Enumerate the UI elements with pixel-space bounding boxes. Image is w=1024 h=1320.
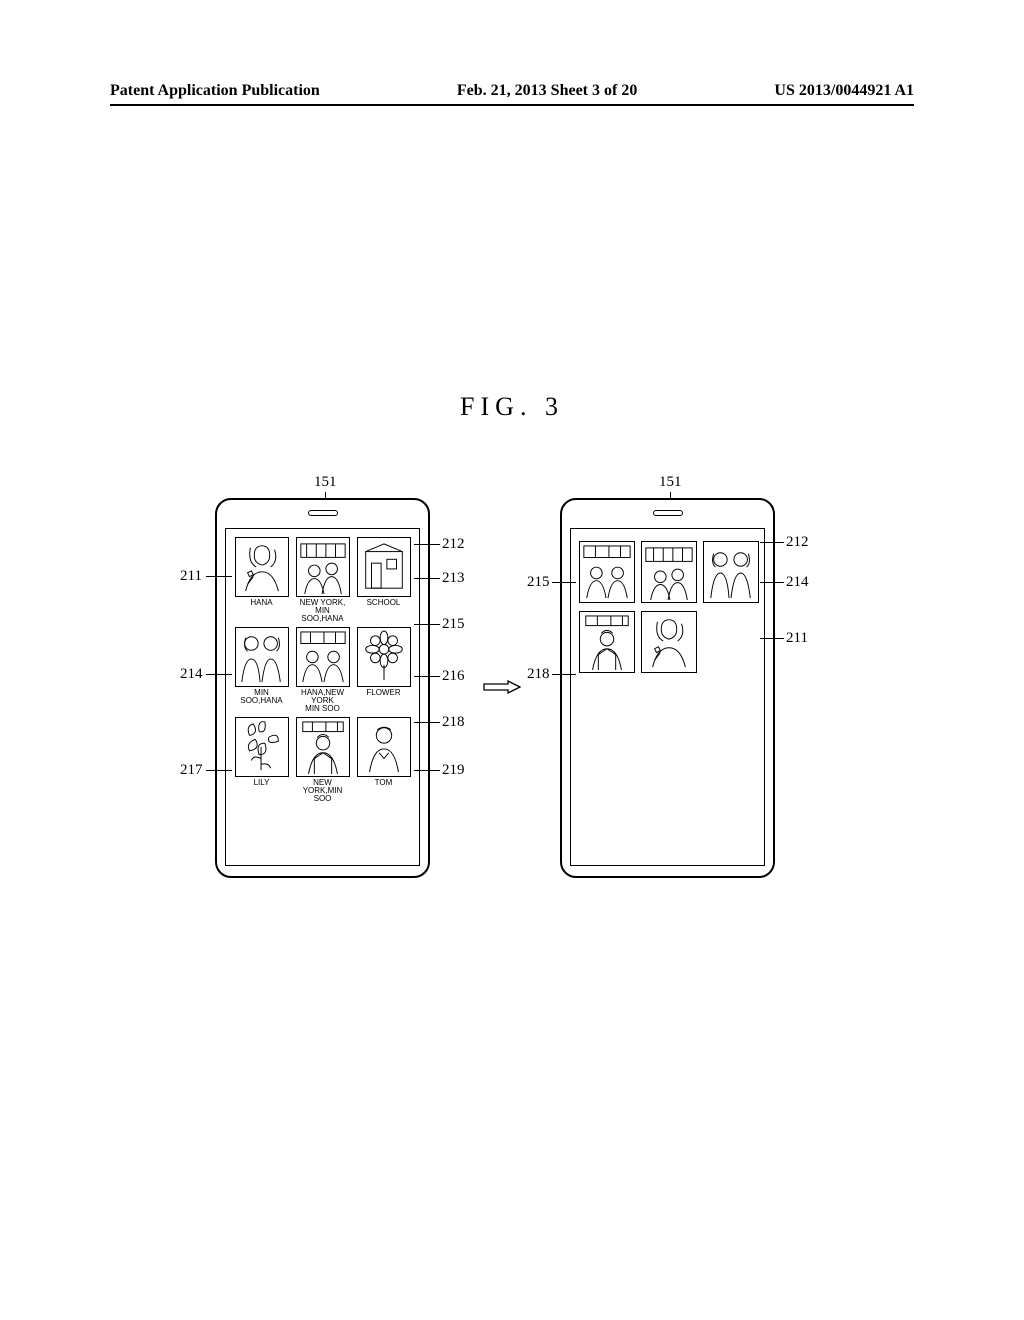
lead (414, 770, 440, 771)
cell-217: LILY (234, 717, 289, 803)
caption-218: NEW YORK,MIN SOO (295, 779, 350, 803)
ref-215a: 215 (442, 616, 465, 633)
figure-title: FIG. 3 (0, 392, 1024, 422)
lead (760, 582, 784, 583)
thumb-r-211 (641, 611, 697, 673)
ref-215b: 215 (527, 574, 550, 591)
ref-212b: 212 (786, 534, 809, 551)
thumb-r-215 (579, 541, 635, 603)
thumb-215 (296, 627, 350, 687)
thumbnail-grid-left: HANA NEW YORK, MIN SOO,HANA (234, 537, 411, 803)
lead (414, 544, 440, 545)
page-header: Patent Application Publication Feb. 21, … (0, 82, 1024, 100)
thumb-214 (235, 627, 289, 687)
header-right: US 2013/0044921 A1 (774, 82, 914, 100)
cell-212: NEW YORK, MIN SOO,HANA (295, 537, 350, 623)
ref-151a: 151 (314, 474, 337, 491)
caption-216: FLOWER (366, 689, 400, 705)
ref-212a: 212 (442, 536, 465, 553)
phone-right (560, 498, 775, 878)
lead (414, 578, 440, 579)
phone-left: HANA NEW YORK, MIN SOO,HANA (215, 498, 430, 878)
thumb-217 (235, 717, 289, 777)
arrow-icon (483, 680, 521, 694)
caption-211: HANA (250, 599, 272, 615)
screen-left: HANA NEW YORK, MIN SOO,HANA (225, 528, 420, 866)
lead (206, 674, 232, 675)
caption-219: TOM (375, 779, 393, 795)
screen-right (570, 528, 765, 866)
lead (552, 674, 576, 675)
thumb-216 (357, 627, 411, 687)
ref-211b: 211 (786, 630, 808, 647)
lead (760, 638, 784, 639)
cell-216: FLOWER (356, 627, 411, 713)
speaker-icon (653, 510, 683, 516)
thumb-213 (357, 537, 411, 597)
ref-217: 217 (180, 762, 203, 779)
thumb-218 (296, 717, 350, 777)
lead (414, 676, 440, 677)
header-rule (110, 104, 914, 106)
ref-211: 211 (180, 568, 202, 585)
header-center: Feb. 21, 2013 Sheet 3 of 20 (457, 82, 637, 100)
caption-212: NEW YORK, MIN SOO,HANA (295, 599, 350, 623)
lead (206, 770, 232, 771)
cell-215: HANA,NEW YORK MIN SOO (295, 627, 350, 713)
thumbnail-grid-right (579, 541, 756, 673)
thumb-211 (235, 537, 289, 597)
cell-211: HANA (234, 537, 289, 623)
thumb-212 (296, 537, 350, 597)
ref-214b: 214 (786, 574, 809, 591)
thumb-219 (357, 717, 411, 777)
lead (414, 722, 440, 723)
ref-218a: 218 (442, 714, 465, 731)
ref-216: 216 (442, 668, 465, 685)
thumb-r-212 (641, 541, 697, 603)
lead (325, 492, 326, 500)
lead (206, 576, 232, 577)
cell-213: SCHOOL (356, 537, 411, 623)
caption-213: SCHOOL (367, 599, 401, 615)
caption-215: HANA,NEW YORK MIN SOO (295, 689, 350, 713)
header-left: Patent Application Publication (110, 82, 320, 100)
lead (552, 582, 576, 583)
figure-3: HANA NEW YORK, MIN SOO,HANA (0, 470, 1024, 890)
cell-219: TOM (356, 717, 411, 803)
lead (760, 542, 784, 543)
speaker-icon (308, 510, 338, 516)
caption-214: MIN SOO,HANA (234, 689, 289, 705)
ref-218b: 218 (527, 666, 550, 683)
ref-219: 219 (442, 762, 465, 779)
thumb-r-218 (579, 611, 635, 673)
caption-217: LILY (254, 779, 270, 795)
lead (414, 624, 440, 625)
ref-213: 213 (442, 570, 465, 587)
cell-218: NEW YORK,MIN SOO (295, 717, 350, 803)
ref-151b: 151 (659, 474, 682, 491)
ref-214: 214 (180, 666, 203, 683)
lead (670, 492, 671, 500)
thumb-r-214 (703, 541, 759, 603)
cell-214: MIN SOO,HANA (234, 627, 289, 713)
